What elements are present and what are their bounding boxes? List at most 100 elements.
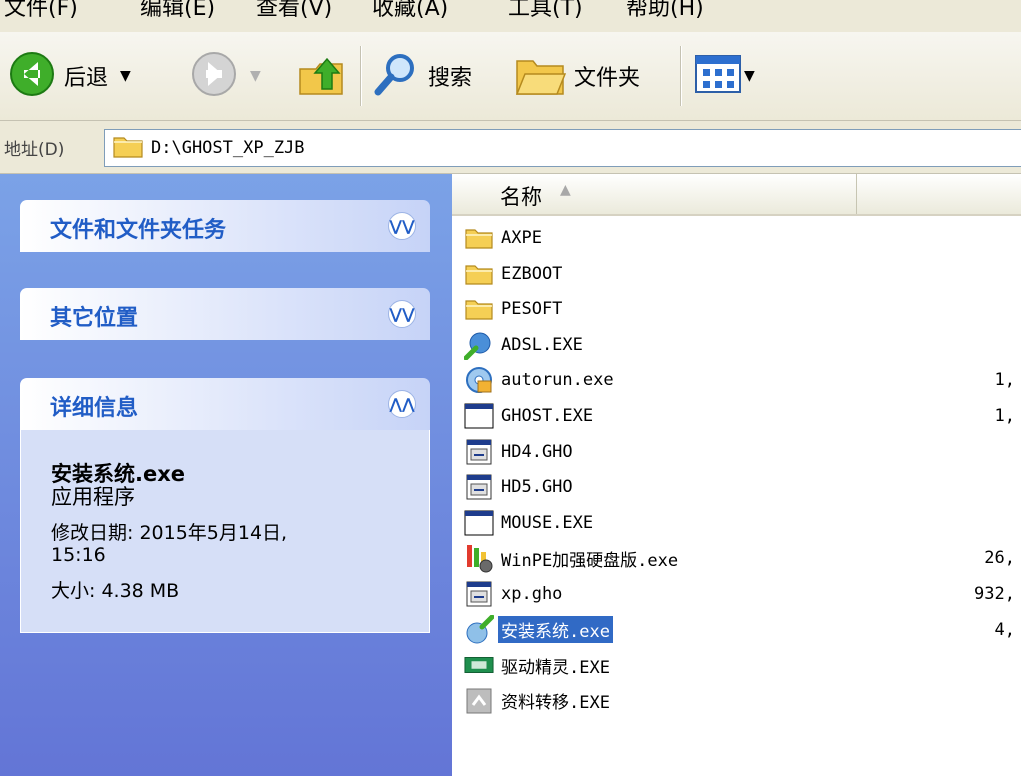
toolbar-separator xyxy=(360,46,362,106)
file-row[interactable]: 资料转移.EXE xyxy=(464,685,613,717)
autorun-app-icon xyxy=(464,365,494,395)
column-header-name[interactable]: 名称 ▲ xyxy=(452,174,857,214)
expand-chevron-icon[interactable]: ⋁⋁ xyxy=(388,212,416,240)
gho-file-icon xyxy=(464,437,494,467)
file-row[interactable]: EZBOOT xyxy=(464,258,565,290)
file-row[interactable]: ADSL.EXE xyxy=(464,329,586,361)
search-label: 搜索 xyxy=(428,66,473,91)
file-row[interactable]: 驱动精灵.EXE xyxy=(464,649,613,681)
details-modified-date: 修改日期: 2015年5月14日, xyxy=(51,522,288,544)
file-row[interactable]: HD4.GHO xyxy=(464,436,576,468)
back-label: 后退 xyxy=(64,66,109,91)
file-row[interactable]: xp.gho xyxy=(464,578,565,610)
driver-app-icon xyxy=(464,650,494,680)
collapse-chevron-icon[interactable]: ⋀⋀ xyxy=(388,390,416,418)
toolbar-separator xyxy=(680,46,682,106)
menu-favorites[interactable]: 收藏(A) xyxy=(372,0,448,22)
file-name: 安装系统.exe xyxy=(498,616,613,644)
file-name: HD4.GHO xyxy=(501,441,573,462)
file-name: PESOFT xyxy=(501,299,563,320)
file-name: 驱动精灵.EXE xyxy=(501,657,610,678)
views-dropdown-icon[interactable]: ▼ xyxy=(744,68,755,84)
dos-window-icon xyxy=(464,508,494,538)
views-button[interactable]: ▼ xyxy=(694,46,755,106)
installer-icon xyxy=(464,543,494,573)
sort-ascending-icon: ▲ xyxy=(560,182,571,198)
menu-edit[interactable]: 编辑(E) xyxy=(140,0,215,22)
gho-file-icon xyxy=(464,579,494,609)
file-size: 1, xyxy=(994,370,1015,391)
file-row[interactable]: AXPE xyxy=(464,222,545,254)
panel-header-file-tasks[interactable]: 文件和文件夹任务 ⋁⋁ xyxy=(20,200,430,252)
file-size: 1, xyxy=(994,406,1015,426)
file-size: 4, xyxy=(994,619,1015,640)
panel-header-details[interactable]: 详细信息 ⋀⋀ xyxy=(20,378,430,430)
transfer-app-icon xyxy=(464,686,494,716)
dos-window-icon xyxy=(464,401,494,431)
file-row[interactable]: autorun.exe xyxy=(464,364,617,396)
details-body: 安装系统.exe 应用程序 修改日期: 2015年5月14日, 15:16 大小… xyxy=(20,430,430,633)
address-bar: 地址(D) D:\GHOST_XP_ZJB xyxy=(0,121,1021,174)
folders-icon xyxy=(514,51,567,101)
folder-icon xyxy=(464,223,494,253)
file-name: WinPE加强硬盘版.exe xyxy=(501,550,679,571)
details-file-size: 大小: 4.38 MB xyxy=(51,580,180,602)
menu-tools[interactable]: 工具(T) xyxy=(508,0,583,22)
file-name: GHOST.EXE xyxy=(501,406,594,426)
folder-icon xyxy=(464,294,494,324)
folder-icon xyxy=(464,259,494,289)
network-app-icon xyxy=(464,330,494,360)
panel-title-details: 详细信息 xyxy=(50,396,139,421)
file-row[interactable]: 安装系统.exe xyxy=(464,614,613,646)
folders-label: 文件夹 xyxy=(574,66,641,91)
panel-file-tasks: 文件和文件夹任务 ⋁⋁ xyxy=(20,200,430,252)
details-modified-time: 15:16 xyxy=(51,544,106,566)
up-folder-icon xyxy=(296,49,348,103)
menu-bar: 文件(F) 编辑(E) 查看(V) 收藏(A) 工具(T) 帮助(H) xyxy=(0,0,1021,32)
file-name: xp.gho xyxy=(501,584,563,604)
file-list: 名称 ▲ AXPE EZBOOT PESOFT ADSL.EXE autorun.exe… xyxy=(452,174,1021,776)
address-path: D:\GHOST_XP_ZJB xyxy=(151,138,305,158)
folder-icon xyxy=(113,134,143,162)
forward-dropdown-icon[interactable]: ▼ xyxy=(250,68,261,84)
file-size: 932, xyxy=(974,584,1015,604)
panel-title-file-tasks: 文件和文件夹任务 xyxy=(50,218,227,243)
back-arrow-icon xyxy=(8,50,56,102)
panel-header-other-places[interactable]: 其它位置 ⋁⋁ xyxy=(20,288,430,340)
up-folder-button[interactable] xyxy=(296,46,348,106)
address-input[interactable]: D:\GHOST_XP_ZJB xyxy=(104,129,1021,167)
menu-file[interactable]: 文件(F) xyxy=(4,0,78,22)
panel-title-other-places: 其它位置 xyxy=(50,306,139,331)
menu-view[interactable]: 查看(V) xyxy=(256,0,332,22)
column-header-row: 名称 ▲ xyxy=(452,174,1021,216)
file-name: HD5.GHO xyxy=(501,477,573,498)
file-name: EZBOOT xyxy=(501,263,563,284)
back-dropdown-icon[interactable]: ▼ xyxy=(120,68,131,84)
file-row[interactable]: WinPE加强硬盘版.exe xyxy=(464,542,681,574)
file-name: autorun.exe xyxy=(501,370,614,391)
address-label: 地址(D) xyxy=(4,140,65,160)
toolbar: 后退 ▼ ▼ 搜索 文件夹 ▼ xyxy=(0,32,1021,121)
task-pane: 文件和文件夹任务 ⋁⋁ 其它位置 ⋁⋁ 详细信息 ⋀⋀ 安装系统.exe 应用程… xyxy=(0,174,452,776)
expand-chevron-icon[interactable]: ⋁⋁ xyxy=(388,300,416,328)
file-row[interactable]: PESOFT xyxy=(464,293,565,325)
details-file-name: 安装系统.exe xyxy=(51,462,186,486)
menu-help[interactable]: 帮助(H) xyxy=(626,0,704,22)
forward-arrow-icon xyxy=(190,50,238,102)
file-name: 资料转移.EXE xyxy=(501,693,610,714)
file-name: ADSL.EXE xyxy=(501,334,583,355)
file-name: MOUSE.EXE xyxy=(501,512,594,533)
file-row[interactable]: HD5.GHO xyxy=(464,471,576,503)
views-icon xyxy=(694,54,742,98)
file-row[interactable]: GHOST.EXE xyxy=(464,400,596,432)
search-button[interactable]: 搜索 xyxy=(372,46,472,106)
file-name: AXPE xyxy=(501,228,542,248)
folders-button[interactable]: 文件夹 xyxy=(514,46,640,106)
back-button[interactable]: 后退 ▼ xyxy=(8,46,131,106)
file-size: 26, xyxy=(984,548,1015,569)
column-name-label: 名称 xyxy=(500,185,542,209)
forward-button[interactable]: ▼ xyxy=(190,46,261,106)
search-icon xyxy=(372,50,420,102)
file-row[interactable]: MOUSE.EXE xyxy=(464,507,596,539)
details-file-type: 应用程序 xyxy=(51,485,135,509)
